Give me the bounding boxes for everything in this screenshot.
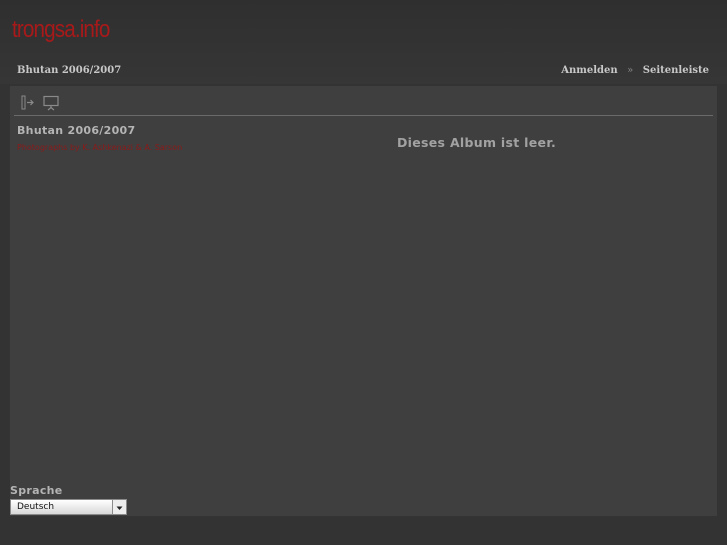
site-logo[interactable]: trongsa.info [12, 16, 110, 44]
header-links: Anmelden » Seitenleiste [561, 65, 709, 76]
album-toolbar [20, 92, 60, 114]
header: trongsa.info Bhutan 2006/2007 Anmelden »… [0, 0, 727, 84]
link-separator: » [627, 65, 634, 76]
chevron-down-icon[interactable] [112, 500, 126, 514]
sidebar-link[interactable]: Seitenleiste [643, 65, 709, 76]
toolbar-divider [14, 115, 713, 116]
slideshow-icon[interactable] [42, 94, 60, 112]
breadcrumb[interactable]: Bhutan 2006/2007 [17, 65, 121, 76]
empty-album-message: Dieses Album ist leer. [397, 135, 557, 150]
language-selected-value: Deutsch [17, 502, 55, 512]
album-description: Photographs by K. Ashkenazi & A. Sarson [17, 143, 183, 152]
language-label: Sprache [10, 484, 63, 497]
language-select[interactable]: Deutsch [10, 499, 127, 515]
exit-to-parent-icon[interactable] [20, 94, 38, 112]
login-link[interactable]: Anmelden [561, 65, 617, 76]
album-title: Bhutan 2006/2007 [17, 124, 136, 137]
album-panel: Bhutan 2006/2007 Photographs by K. Ashke… [10, 86, 717, 516]
